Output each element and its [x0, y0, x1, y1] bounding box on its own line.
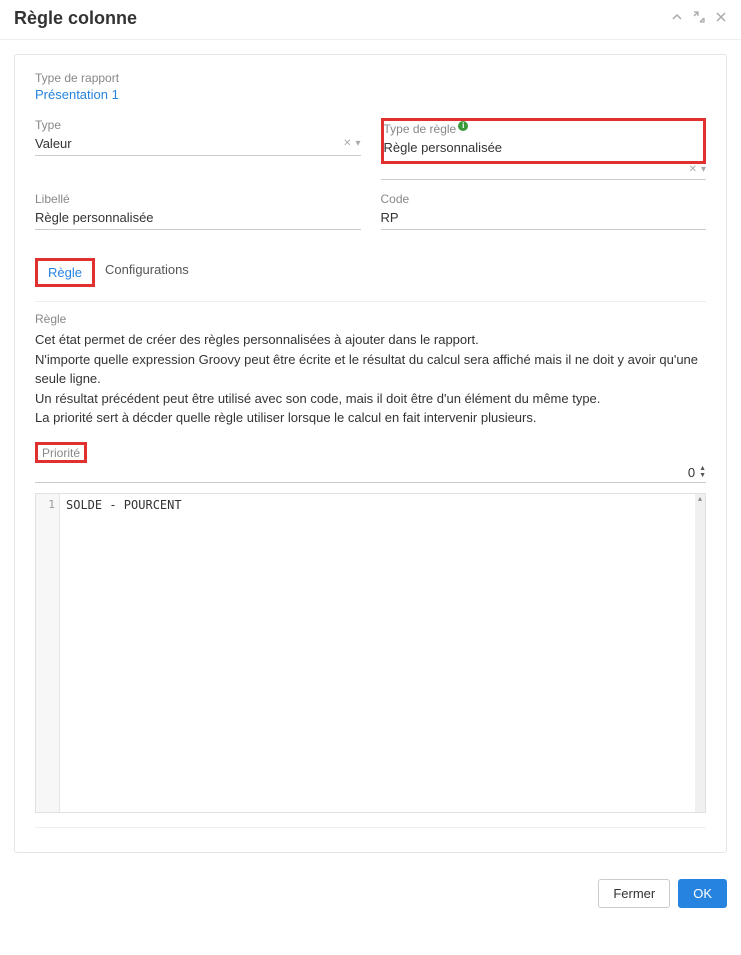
- code-content[interactable]: SOLDE - POURCENT: [60, 494, 695, 812]
- stepper-up-icon[interactable]: ▲: [699, 465, 706, 472]
- tab-divider: [35, 301, 706, 302]
- rule-section: Règle Cet état permet de créer des règle…: [35, 312, 706, 428]
- libelle-label: Libellé: [35, 192, 361, 206]
- close-button[interactable]: Fermer: [598, 879, 670, 908]
- rule-desc-p3: Un résultat précédent peut être utilisé …: [35, 389, 706, 409]
- clear-icon[interactable]: ✕: [343, 138, 351, 149]
- rule-type-value: Règle personnalisée: [384, 140, 503, 155]
- clear-icon[interactable]: ✕: [689, 164, 697, 175]
- priority-highlight: Priorité: [35, 442, 87, 463]
- tab-rule[interactable]: Règle: [35, 258, 95, 287]
- modal-controls: [671, 11, 727, 26]
- rule-desc: Cet état permet de créer des règles pers…: [35, 330, 706, 428]
- code-field-group: Code: [381, 192, 707, 230]
- rule-type-select-bottom: ✕ ▾: [381, 162, 707, 180]
- modal-header: Règle colonne: [0, 0, 741, 40]
- chevron-down-icon[interactable]: ▾: [701, 164, 706, 175]
- priority-value: 0: [35, 465, 699, 480]
- code-input[interactable]: [381, 208, 707, 230]
- main-panel: Type de rapport Présentation 1 Type Vale…: [14, 54, 727, 853]
- modal-title: Règle colonne: [14, 8, 137, 29]
- collapse-icon[interactable]: [671, 11, 683, 26]
- rule-type-select-icons: ✕ ▾: [689, 164, 706, 175]
- rule-type-select[interactable]: Règle personnalisée: [384, 138, 704, 159]
- chevron-down-icon[interactable]: ▾: [355, 138, 360, 149]
- libelle-input[interactable]: [35, 208, 361, 230]
- tab-configurations[interactable]: Configurations: [95, 258, 199, 287]
- report-type-link[interactable]: Présentation 1: [35, 87, 119, 102]
- type-field-group: Type Valeur ✕ ▾: [35, 118, 361, 180]
- panel-divider: [35, 827, 706, 828]
- stepper-down-icon[interactable]: ▼: [699, 472, 706, 479]
- tabs: Règle Configurations: [35, 258, 706, 287]
- type-label: Type: [35, 118, 361, 132]
- rule-desc-p2: N'importe quelle expression Groovy peut …: [35, 350, 706, 389]
- row-libelle-code: Libellé Code: [35, 192, 706, 230]
- code-gutter: 1: [36, 494, 60, 812]
- rule-type-highlight: Type de règlei Règle personnalisée: [381, 118, 707, 164]
- expand-icon[interactable]: [693, 11, 705, 26]
- code-label: Code: [381, 192, 707, 206]
- priority-label: Priorité: [42, 446, 80, 460]
- rule-desc-p1: Cet état permet de créer des règles pers…: [35, 330, 706, 350]
- libelle-field-group: Libellé: [35, 192, 361, 230]
- type-value: Valeur: [35, 136, 72, 151]
- report-type-label: Type de rapport: [35, 71, 706, 85]
- close-icon[interactable]: [715, 11, 727, 26]
- type-select-icons: ✕ ▾: [343, 138, 360, 149]
- type-select[interactable]: Valeur ✕ ▾: [35, 134, 361, 156]
- rule-desc-p4: La priorité sert à décder quelle règle u…: [35, 408, 706, 428]
- row-type-ruletype: Type Valeur ✕ ▾ Type de règlei Règle per…: [35, 118, 706, 180]
- ok-button[interactable]: OK: [678, 879, 727, 908]
- info-icon[interactable]: i: [458, 121, 468, 131]
- code-editor[interactable]: 1 SOLDE - POURCENT ▴: [35, 493, 706, 813]
- modal-footer: Fermer OK: [0, 867, 741, 916]
- scroll-up-icon[interactable]: ▴: [695, 494, 705, 503]
- rule-section-label: Règle: [35, 312, 706, 326]
- code-scrollbar[interactable]: ▴: [695, 494, 705, 812]
- rule-type-label: Type de règlei: [384, 121, 704, 136]
- content-wrapper: Type de rapport Présentation 1 Type Vale…: [0, 40, 741, 867]
- line-number: 1: [36, 498, 55, 511]
- priority-input[interactable]: 0 ▲ ▼: [35, 465, 706, 483]
- rule-type-field-group: Type de règlei Règle personnalisée ✕ ▾: [381, 118, 707, 180]
- report-type-group: Type de rapport Présentation 1: [35, 71, 706, 102]
- priority-stepper[interactable]: ▲ ▼: [699, 465, 706, 479]
- priority-section: Priorité 0 ▲ ▼: [35, 442, 706, 483]
